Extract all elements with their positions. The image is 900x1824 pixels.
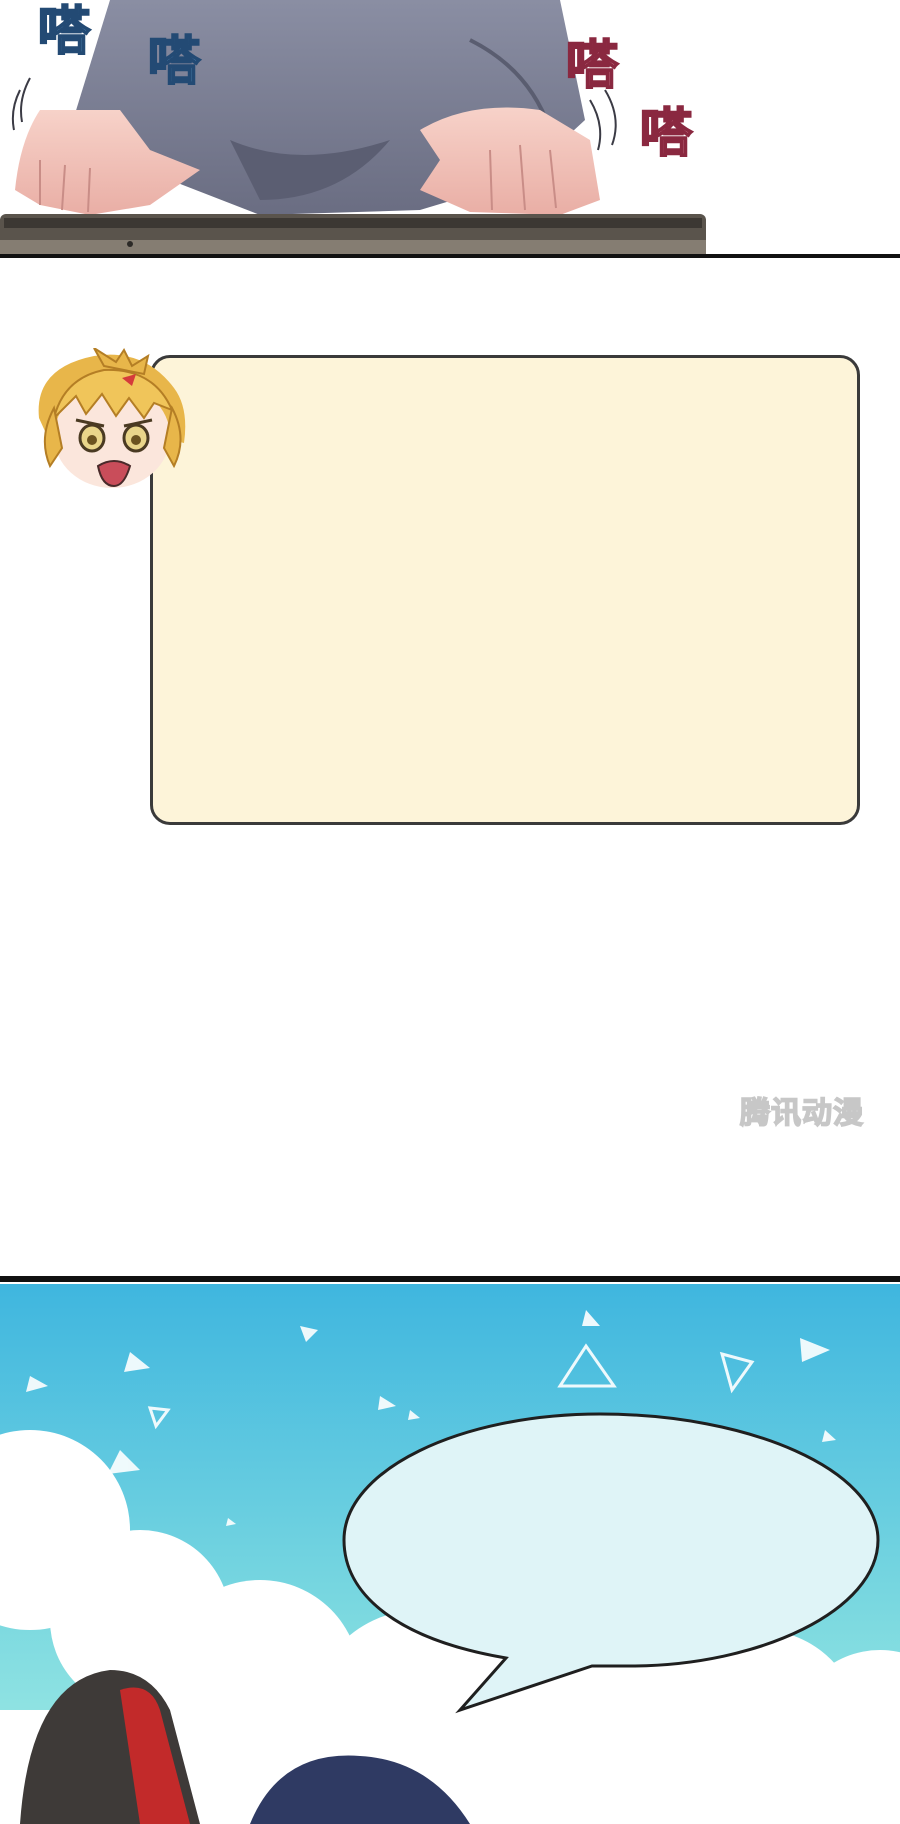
sfx-tap-2: 嗒 [147,31,201,92]
sfx-tap-4: 嗒 [639,103,693,164]
chibi-avatar [38,348,186,488]
speech-box [150,355,860,825]
sfx-tap-1: 嗒 [37,1,91,62]
sfx-tap-3: 嗒 [565,35,619,96]
typing-illustration [0,0,706,254]
sky-panel [0,1280,900,1824]
chat-panel: 腾讯动漫 [0,258,900,1280]
watermark-logo: 腾讯动漫 [739,1095,864,1132]
typing-panel: 嗒 嗒 嗒 嗒 [0,0,900,258]
speech-bubble [342,1412,880,1714]
